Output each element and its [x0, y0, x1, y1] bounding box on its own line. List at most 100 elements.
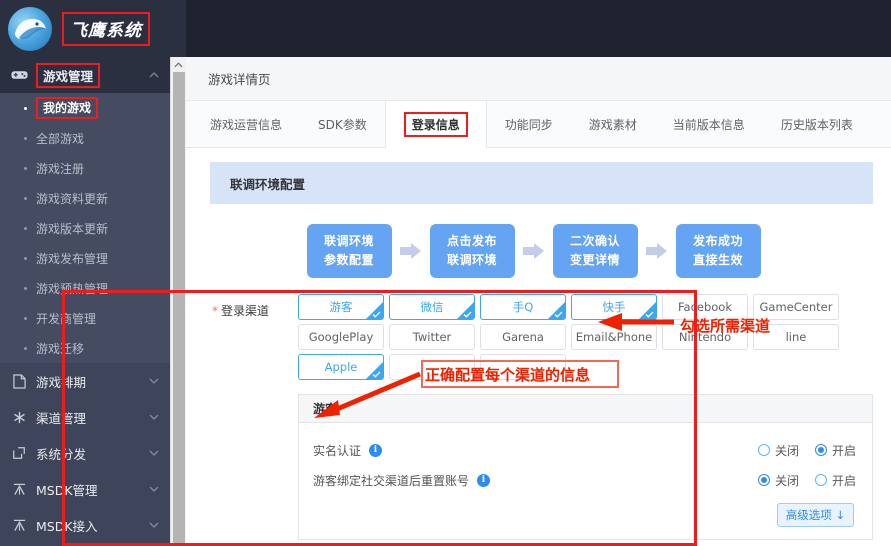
tab-bar: 游戏运营信息 SDK参数 登录信息 功能同步 游戏素材 当前版本信息 历史版本列… [186, 101, 891, 148]
setting-row-guest-bind-reset: 游客绑定社交渠道后重置账号 i 关闭 开启 [313, 465, 856, 495]
bullet-icon [24, 286, 27, 290]
channel-option-kuaishou[interactable]: 快手 [571, 294, 657, 320]
brand-name-highlight: 飞鹰系统 [62, 11, 150, 46]
tab-game-assets[interactable]: 游戏素材 [571, 101, 655, 147]
channel-option-twitter[interactable]: Twitter [389, 324, 475, 350]
channel-option-qq[interactable]: 手Q [480, 294, 566, 320]
sidebar-item-game-preheat-management[interactable]: 游戏预热管理 [0, 273, 170, 303]
radio-realname-off[interactable]: 关闭 [757, 442, 799, 459]
sidebar-item-game-info-update[interactable]: 游戏资料更新 [0, 183, 170, 213]
guest-config-card: 游客 实名认证 i 关闭 开启 游客绑定社交渠道后重置账号 i 关闭 开启 高级… [298, 394, 873, 540]
tab-label: 登录信息 [403, 112, 468, 137]
bullet-icon [24, 136, 27, 140]
channel-label: Apple [324, 360, 358, 374]
channel-option-obscured-2[interactable] [480, 354, 566, 380]
tab-history-version-list[interactable]: 历史版本列表 [763, 101, 871, 147]
flow-arrow-icon [638, 242, 676, 260]
sidebar-item-game-register[interactable]: 游戏注册 [0, 153, 170, 183]
scrollbar-thumb[interactable] [173, 72, 185, 544]
radio-bind-reset-on[interactable]: 开启 [814, 472, 856, 489]
radio-dot-icon [814, 444, 827, 456]
setting-label-wrap: 游客绑定社交渠道后重置账号 i [313, 472, 491, 489]
channel-label: line [785, 330, 807, 344]
page-scrollbar[interactable] [170, 57, 186, 546]
tab-label: 功能同步 [504, 117, 553, 132]
flow-step-line1: 联调环境 [323, 234, 374, 248]
channel-option-apple[interactable]: Apple [298, 354, 384, 380]
sidebar-item-label: 我的游戏 [36, 97, 99, 119]
channel-option-guest[interactable]: 游客 [298, 294, 384, 320]
tab-sdk-params[interactable]: SDK参数 [300, 101, 385, 147]
guest-card-title: 游客 [299, 395, 872, 423]
radio-label: 开启 [831, 443, 856, 458]
channel-option-line[interactable]: line [753, 324, 839, 350]
sidebar-item-all-games[interactable]: 全部游戏 [0, 123, 170, 153]
tab-game-operation-info[interactable]: 游戏运营信息 [186, 101, 300, 147]
flow-step-line2: 变更详情 [569, 253, 620, 267]
sidebar-item-game-migration[interactable]: 游戏迁移 [0, 333, 170, 363]
sidebar-group-game-management[interactable]: 游戏管理 [0, 57, 170, 93]
bullet-icon [24, 106, 27, 110]
sidebar: 飞鹰系统 游戏管理 我的游戏 全部游戏 游戏注册 游戏资料更新 游戏版本更新 游… [0, 0, 170, 546]
channel-option-wechat[interactable]: 微信 [389, 294, 475, 320]
scroll-up-arrow-icon[interactable] [171, 57, 186, 72]
sidebar-item-label: 游戏注册 [36, 161, 85, 176]
setting-row-realname-auth: 实名认证 i 关闭 开启 [313, 435, 856, 465]
advanced-options-button[interactable]: 高级选项 ↓ [776, 503, 854, 527]
sidebar-group-label: MSDK管理 [36, 482, 98, 498]
sidebar-group-channel-management[interactable]: 渠道管理 [0, 399, 170, 435]
setting-label: 实名认证 [313, 443, 362, 458]
required-mark: * [212, 304, 218, 318]
radio-realname-on[interactable]: 开启 [814, 442, 856, 459]
tab-feature-sync[interactable]: 功能同步 [487, 101, 571, 147]
publish-flow-steps: 联调环境 参数配置 点击发布 联调环境 二次确认 变更详情 发布成功 直接生效 [186, 224, 891, 278]
info-icon[interactable]: i [369, 443, 383, 457]
channel-label: 微信 [420, 300, 444, 314]
sidebar-group-msdk-management[interactable]: MSDK管理 [0, 471, 170, 507]
panel-content: 联调环境配置 联调环境 参数配置 点击发布 联调环境 二次确认 变更详情 发布成… [186, 148, 891, 540]
bullet-icon [24, 256, 27, 260]
chevron-up-icon [148, 69, 160, 81]
tab-label: 游戏素材 [588, 117, 637, 132]
sidebar-group-msdk-integration[interactable]: MSDK接入 [0, 507, 170, 543]
check-icon [554, 311, 563, 318]
flow-step-2: 点击发布 联调环境 [429, 224, 515, 278]
channel-option-facebook[interactable]: Facebook [662, 294, 748, 320]
channel-label: Facebook [677, 300, 733, 314]
tab-current-version-info[interactable]: 当前版本信息 [655, 101, 763, 147]
sidebar-item-game-version-update[interactable]: 游戏版本更新 [0, 213, 170, 243]
sidebar-item-my-games[interactable]: 我的游戏 [0, 93, 170, 123]
guest-card-title-label: 游客 [313, 402, 338, 416]
radio-group-guest-bind-reset: 关闭 开启 [757, 472, 856, 489]
check-icon [372, 371, 381, 378]
channel-option-email-phone[interactable]: Email&Phone [571, 324, 657, 350]
channel-grid: 游客 微信 手Q 快手 Facebook GameCenter GooglePl… [298, 294, 839, 380]
channel-label: GameCenter [759, 300, 833, 314]
section-header-label: 联调环境配置 [230, 176, 306, 192]
msdk-icon [10, 517, 28, 533]
channel-label: Email&Phone [575, 330, 653, 344]
radio-label: 关闭 [774, 443, 799, 458]
chevron-down-icon [148, 411, 160, 423]
channel-option-googleplay[interactable]: GooglePlay [298, 324, 384, 350]
sidebar-item-developer-management[interactable]: 开发商管理 [0, 303, 170, 333]
tab-label: 游戏运营信息 [210, 117, 283, 132]
channel-option-nintendo[interactable]: Nintendo [662, 324, 748, 350]
chevron-down-icon [148, 375, 160, 387]
sidebar-item-game-publish-management[interactable]: 游戏发布管理 [0, 243, 170, 273]
flow-arrow-icon [515, 242, 553, 260]
main-content: 游戏详情页 游戏运营信息 SDK参数 登录信息 功能同步 游戏素材 当前版本信息… [186, 0, 891, 546]
sidebar-group-system-distribution[interactable]: 系统分发 [0, 435, 170, 471]
radio-dot-icon [757, 444, 770, 456]
sidebar-group-game-schedule[interactable]: 游戏排期 [0, 363, 170, 399]
tab-login-info[interactable]: 登录信息 [384, 101, 487, 148]
channel-option-gamecenter[interactable]: GameCenter [753, 294, 839, 320]
channel-label: 游客 [329, 300, 353, 314]
check-icon [372, 311, 381, 318]
document-icon [10, 373, 28, 389]
info-icon[interactable]: i [477, 473, 491, 487]
channel-option-obscured-1[interactable] [389, 354, 475, 380]
sidebar-group-label: MSDK接入 [36, 518, 98, 534]
radio-bind-reset-off[interactable]: 关闭 [757, 472, 799, 489]
channel-option-garena[interactable]: Garena [480, 324, 566, 350]
